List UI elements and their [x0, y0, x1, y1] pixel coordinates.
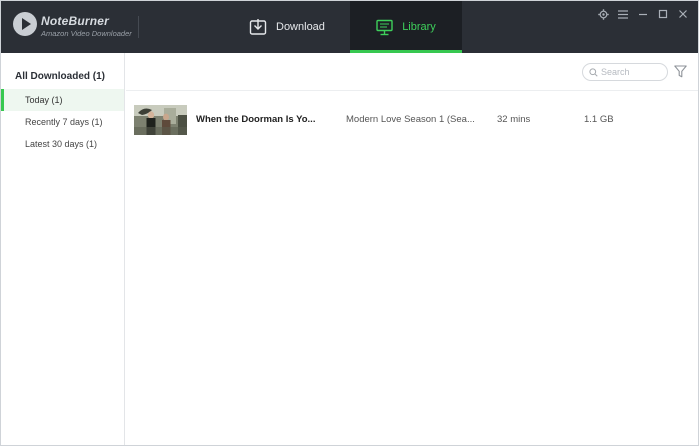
- video-title: When the Doorman Is Yo...: [196, 114, 316, 125]
- sidebar-item-label: Latest 30 days (1): [25, 139, 98, 149]
- download-icon: [249, 19, 267, 35]
- library-toolbar: [126, 53, 698, 91]
- tab-download-label: Download: [276, 21, 325, 33]
- sidebar-all-downloaded[interactable]: All Downloaded (1): [15, 71, 105, 82]
- window-controls: [596, 7, 690, 21]
- sidebar-item-latest-30-days[interactable]: Latest 30 days (1): [1, 133, 124, 155]
- sidebar-item-recent-7-days[interactable]: Recently 7 days (1): [1, 111, 124, 133]
- minimize-icon[interactable]: [636, 7, 650, 21]
- sidebar-item-today[interactable]: Today (1): [1, 89, 124, 111]
- sidebar: All Downloaded (1) Today (1) Recently 7 …: [1, 53, 125, 445]
- tab-download[interactable]: Download: [249, 1, 349, 53]
- app-logo-icon: [13, 12, 37, 36]
- video-thumbnail: [134, 105, 187, 135]
- app-subtitle: Amazon Video Downloader: [41, 29, 132, 38]
- tab-library[interactable]: Library: [350, 1, 462, 53]
- search-icon: [589, 67, 598, 77]
- sidebar-item-label: Today (1): [25, 95, 63, 105]
- search-box: [582, 63, 668, 81]
- app-name: NoteBurner: [41, 14, 110, 28]
- table-row[interactable]: When the Doorman Is Yo... Modern Love Se…: [126, 97, 698, 143]
- brand-divider: [138, 16, 139, 38]
- monitor-icon: [376, 19, 393, 35]
- tab-library-label: Library: [402, 21, 436, 33]
- app-window: NoteBurner Amazon Video Downloader Downl…: [0, 0, 699, 446]
- search-input[interactable]: [601, 67, 665, 77]
- menu-icon[interactable]: [616, 7, 630, 21]
- video-size: 1.1 GB: [584, 114, 614, 125]
- maximize-icon[interactable]: [656, 7, 670, 21]
- title-bar: NoteBurner Amazon Video Downloader Downl…: [1, 1, 698, 53]
- video-duration: 32 mins: [497, 114, 531, 125]
- close-icon[interactable]: [676, 7, 690, 21]
- settings-icon[interactable]: [596, 7, 610, 21]
- sidebar-item-label: Recently 7 days (1): [25, 117, 103, 127]
- video-show: Modern Love Season 1 (Sea...: [346, 114, 475, 125]
- filter-icon[interactable]: [674, 65, 687, 83]
